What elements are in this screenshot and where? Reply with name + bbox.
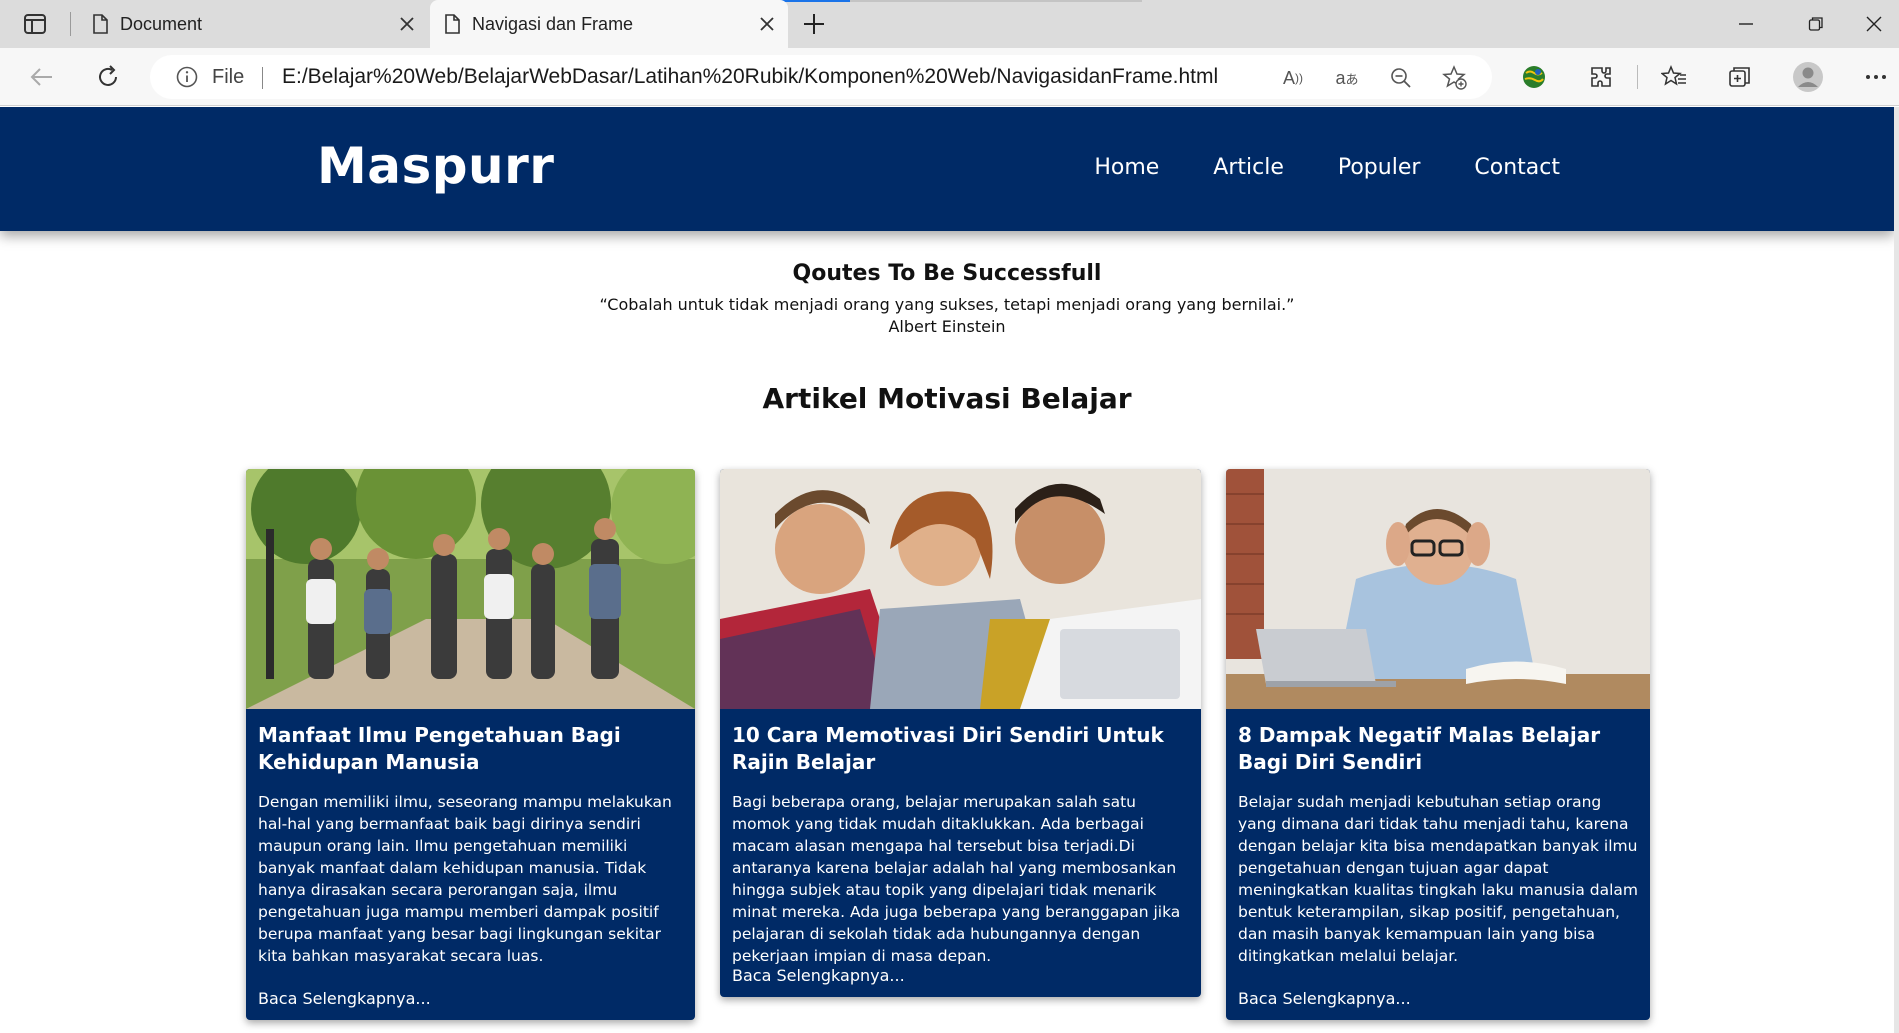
page-icon: [93, 14, 108, 34]
nav-populer[interactable]: Populer: [1338, 155, 1421, 180]
address-divider: [262, 67, 263, 89]
plus-icon: [804, 14, 824, 34]
read-more-link[interactable]: Baca Selengkapnya...: [732, 966, 905, 985]
page-viewport: Maspurr Home Article Populer Contact Qou…: [0, 107, 1894, 1033]
url-text[interactable]: E:/Belajar%20Web/BelajarWebDasar/Latihan…: [282, 65, 1218, 89]
zoom-out-icon[interactable]: [1388, 65, 1414, 91]
favorites-icon[interactable]: [1658, 61, 1690, 93]
add-favorite-icon[interactable]: [1442, 65, 1468, 91]
more-options-icon[interactable]: [1860, 61, 1892, 93]
tab-label: Document: [120, 13, 203, 34]
article-title: 8 Dampak Negatif Malas Belajar Bagi Diri…: [1238, 723, 1601, 774]
refresh-button[interactable]: [92, 61, 124, 93]
students-walking-photo: [246, 469, 695, 709]
quote-title: Qoutes To Be Successfull: [792, 261, 1102, 286]
extension-globe-icon[interactable]: [1518, 61, 1550, 93]
article-excerpt: Bagi beberapa orang, belajar merupakan s…: [732, 793, 1181, 965]
refresh-icon: [99, 65, 117, 86]
minimize-icon: [1739, 23, 1753, 25]
section-title: Artikel Motivasi Belajar: [762, 382, 1132, 415]
tab-document[interactable]: Document: [80, 0, 428, 48]
tab-label: Navigasi dan Frame: [472, 13, 634, 34]
read-more-link[interactable]: Baca Selengkapnya...: [1238, 989, 1411, 1008]
toolbar-divider: [1637, 65, 1638, 89]
article-title: 10 Cara Memotivasi Diri Sendiri Untuk Ra…: [732, 723, 1164, 774]
back-arrow-icon: [30, 68, 52, 86]
new-tab-button[interactable]: [798, 9, 830, 39]
nav-article[interactable]: Article: [1213, 155, 1284, 180]
tab-actions-icon[interactable]: [18, 10, 52, 38]
page-icon: [445, 14, 460, 34]
article-card: 8 Dampak Negatif Malas Belajar Bagi Diri…: [1226, 469, 1650, 1020]
nav-contact[interactable]: Contact: [1474, 155, 1560, 180]
restore-icon: [1808, 17, 1823, 31]
nav-home[interactable]: Home: [1094, 155, 1159, 180]
article-card: Manfaat Ilmu Pengetahuan Bagi Kehidupan …: [246, 469, 695, 1020]
close-icon: [1866, 16, 1882, 32]
article-title: Manfaat Ilmu Pengetahuan Bagi Kehidupan …: [258, 723, 621, 774]
close-tab-icon[interactable]: [756, 13, 778, 35]
close-tab-icon[interactable]: [396, 13, 418, 35]
loading-indicator: [780, 0, 850, 2]
collections-icon[interactable]: [1724, 61, 1756, 93]
tab-divider: [70, 12, 71, 36]
article-excerpt: Dengan memiliki ilmu, seseorang mampu me…: [258, 793, 672, 965]
read-aloud-icon[interactable]: A)): [1280, 65, 1306, 91]
article-card: 10 Cara Memotivasi Diri Sendiri Untuk Ra…: [720, 469, 1201, 997]
back-button[interactable]: [26, 61, 58, 93]
minimize-button[interactable]: [1716, 8, 1776, 40]
profile-avatar[interactable]: [1792, 61, 1824, 93]
browser-toolbar: File E:/Belajar%20Web/BelajarWebDasar/La…: [0, 48, 1899, 106]
site-header: Maspurr Home Article Populer Contact: [0, 107, 1894, 231]
site-logo[interactable]: Maspurr: [317, 137, 554, 195]
tab-navigasi-dan-frame[interactable]: Navigasi dan Frame: [430, 0, 788, 48]
restore-button[interactable]: [1786, 8, 1846, 40]
tab-strip: Document Navigasi dan Frame: [0, 0, 1899, 48]
address-bar[interactable]: File E:/Belajar%20Web/BelajarWebDasar/La…: [150, 55, 1492, 99]
translate-icon[interactable]: aあ: [1334, 65, 1360, 91]
page-scrollbar[interactable]: [1894, 107, 1899, 1033]
quote-text: “Cobalah untuk tidak menjadi orang yang …: [599, 295, 1295, 314]
main-nav: Home Article Populer Contact: [1040, 155, 1560, 180]
article-excerpt: Belajar sudah menjadi kebutuhan setiap o…: [1238, 793, 1639, 965]
scheme-label: File: [212, 66, 245, 88]
info-icon[interactable]: [176, 66, 198, 88]
friends-laptop-photo: [720, 469, 1201, 709]
extensions-icon[interactable]: [1585, 61, 1617, 93]
close-window-button[interactable]: [1852, 8, 1896, 40]
quote-author: Albert Einstein: [888, 317, 1006, 336]
stressed-man-photo: [1226, 469, 1650, 709]
read-more-link[interactable]: Baca Selengkapnya...: [258, 989, 431, 1008]
